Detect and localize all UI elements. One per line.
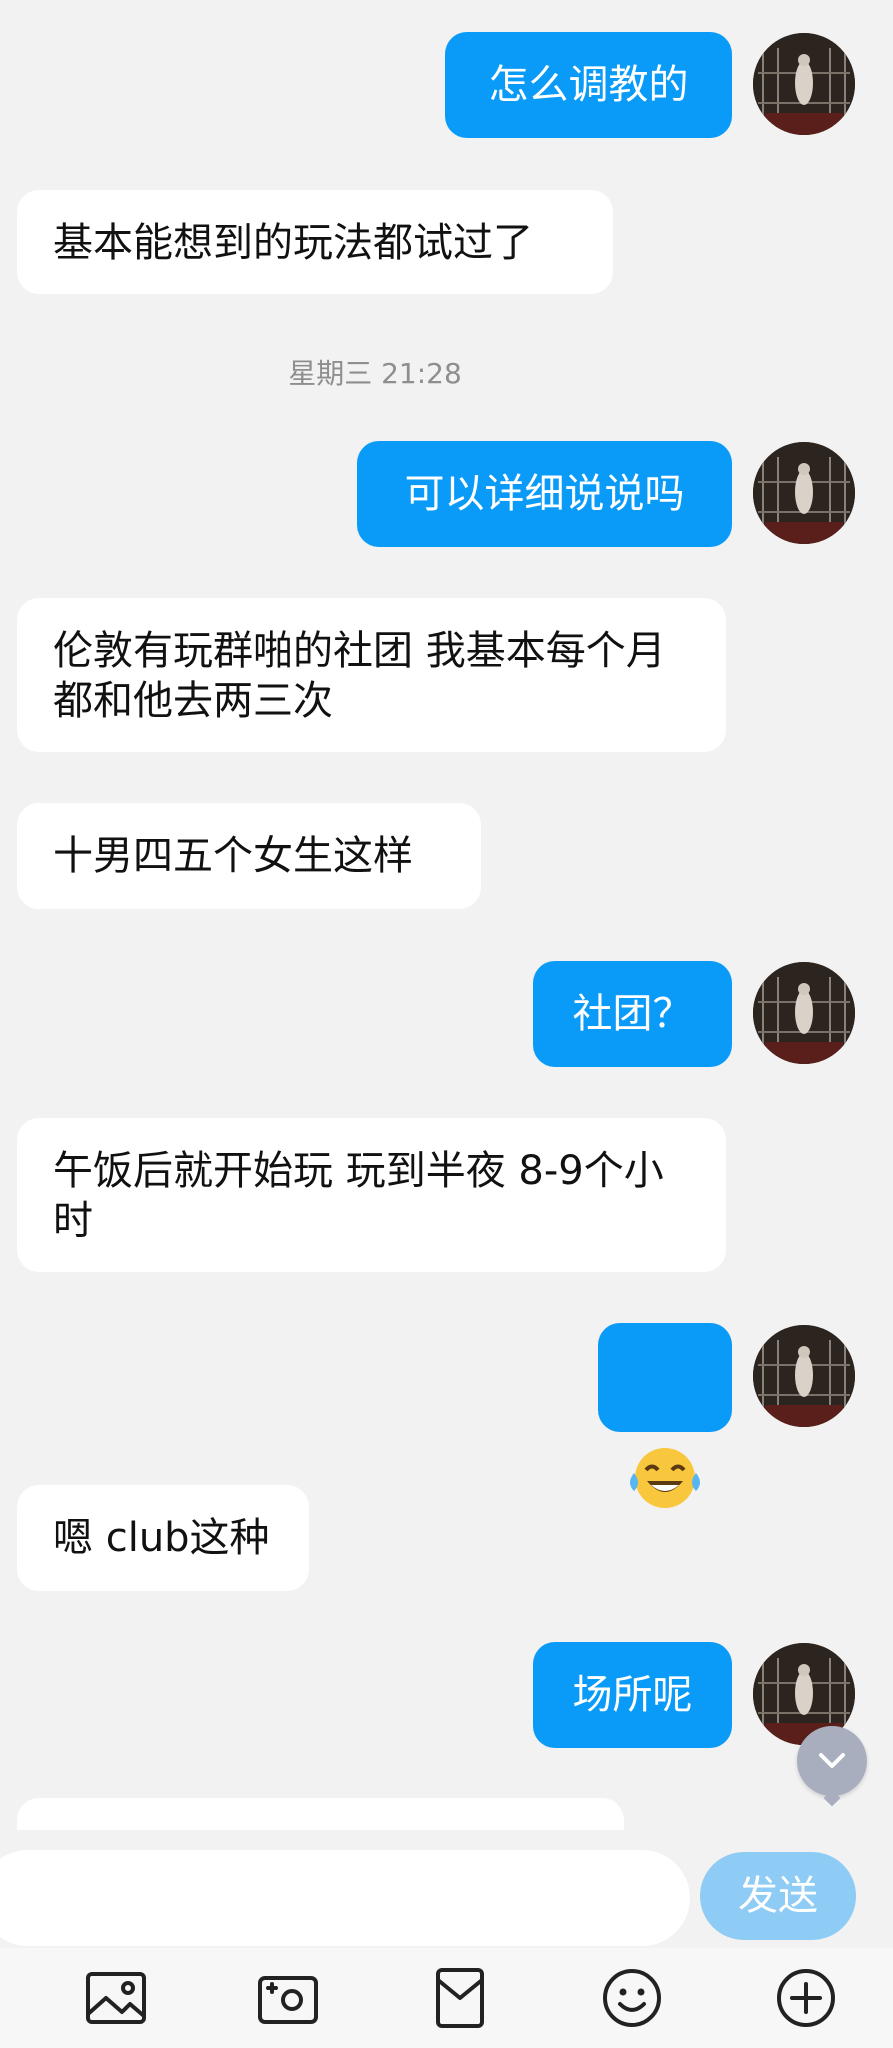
message-incoming-partial[interactable]: [17, 1798, 624, 1830]
image-button[interactable]: [84, 1966, 148, 2030]
input-bar: 发送: [0, 1830, 893, 1948]
emoji-button[interactable]: [600, 1966, 664, 2030]
message-outgoing[interactable]: 怎么调教的: [445, 32, 732, 138]
emoji-icon: [603, 1969, 661, 2027]
camera-icon: [258, 1976, 318, 2024]
message-input[interactable]: [0, 1850, 690, 1946]
message-outgoing[interactable]: 社团？: [533, 961, 732, 1067]
avatar[interactable]: [753, 1325, 855, 1427]
image-icon: [86, 1972, 146, 2024]
avatar[interactable]: [753, 442, 855, 544]
message-incoming[interactable]: 午饭后就开始玩 玩到半夜 8-9个小时: [17, 1118, 726, 1272]
plus-icon: [777, 1969, 835, 2027]
timestamp: 星期三 21:28: [288, 357, 462, 390]
avatar[interactable]: [753, 33, 855, 135]
chat-area[interactable]: 怎么调教的 基本能想到的玩法都试过了 星期三 21:28 可以详细说说吗 伦敦有…: [0, 0, 893, 1830]
red-envelope-icon: [436, 1968, 484, 2028]
chevron-down-icon: [819, 1753, 845, 1768]
red-envelope-button[interactable]: [428, 1966, 492, 2030]
send-button[interactable]: 发送: [700, 1852, 856, 1940]
scroll-to-bottom-button[interactable]: [797, 1726, 867, 1796]
message-outgoing[interactable]: 场所呢: [533, 1642, 732, 1748]
message-incoming[interactable]: 基本能想到的玩法都试过了: [17, 190, 613, 294]
avatar[interactable]: [753, 962, 855, 1064]
tears-of-joy-emoji-icon: [630, 1448, 700, 1508]
message-outgoing[interactable]: 可以详细说说吗: [357, 441, 732, 547]
camera-button[interactable]: [256, 1966, 320, 2030]
more-button[interactable]: [774, 1966, 838, 2030]
message-outgoing-emoji[interactable]: [598, 1323, 732, 1508]
message-incoming[interactable]: 嗯 club这种: [17, 1485, 309, 1591]
message-incoming[interactable]: 十男四五个女生这样: [17, 803, 481, 909]
toolbar: [0, 1948, 893, 2048]
message-incoming[interactable]: 伦敦有玩群啪的社团 我基本每个月都和他去两三次: [17, 598, 726, 752]
